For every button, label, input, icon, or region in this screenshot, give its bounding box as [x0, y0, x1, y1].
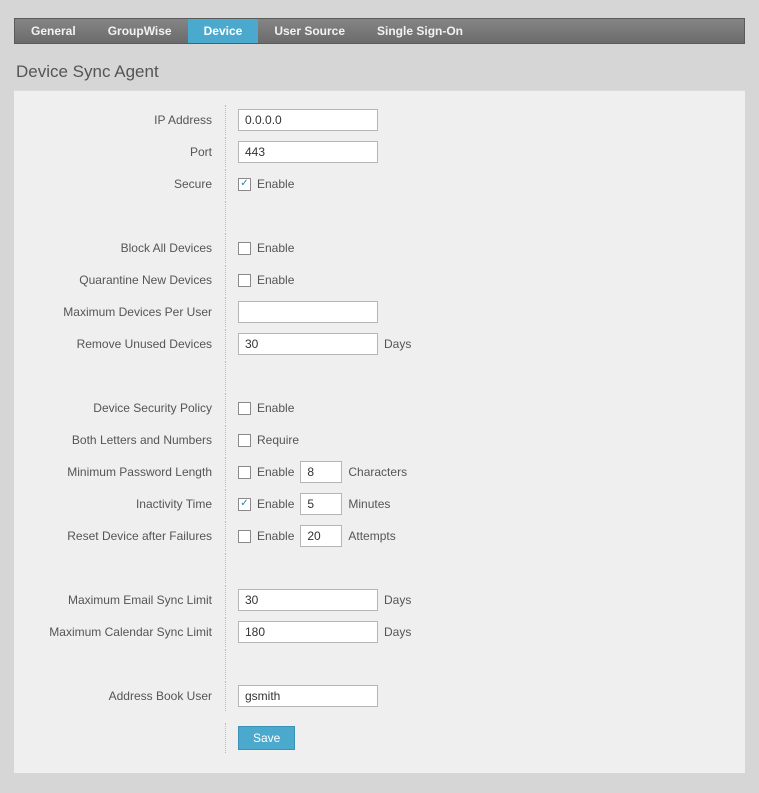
tab-groupwise[interactable]: GroupWise [92, 19, 188, 43]
row-inactivity: Inactivity Time Enable Minutes [24, 489, 727, 519]
max-cal-input[interactable] [238, 621, 378, 643]
label-max-email: Maximum Email Sync Limit [24, 593, 224, 607]
row-max-email: Maximum Email Sync Limit Days [24, 585, 727, 615]
tab-user-source[interactable]: User Source [258, 19, 361, 43]
row-remove-unused: Remove Unused Devices Days [24, 329, 727, 359]
label-quarantine: Quarantine New Devices [24, 273, 224, 287]
page-title: Device Sync Agent [16, 62, 759, 82]
tab-device[interactable]: Device [188, 19, 259, 43]
label-reset-fail: Reset Device after Failures [24, 529, 224, 543]
min-pwd-unit: Characters [348, 465, 407, 479]
settings-panel: IP Address Port Secure Enable Block All … [14, 90, 745, 773]
row-port: Port [24, 137, 727, 167]
min-pwd-input[interactable] [300, 461, 342, 483]
min-pwd-enable-label: Enable [257, 465, 294, 479]
row-max-devices: Maximum Devices Per User [24, 297, 727, 327]
block-all-checkbox-label: Enable [257, 241, 294, 255]
row-ip-address: IP Address [24, 105, 727, 135]
max-email-input[interactable] [238, 589, 378, 611]
max-cal-unit: Days [384, 625, 411, 639]
reset-fail-enable-checkbox[interactable] [238, 530, 251, 543]
label-max-cal: Maximum Calendar Sync Limit [24, 625, 224, 639]
inactivity-enable-checkbox[interactable] [238, 498, 251, 511]
label-both-letters: Both Letters and Numbers [24, 433, 224, 447]
secure-checkbox[interactable] [238, 178, 251, 191]
sec-policy-checkbox-label: Enable [257, 401, 294, 415]
secure-checkbox-label: Enable [257, 177, 294, 191]
block-all-checkbox[interactable] [238, 242, 251, 255]
abook-user-input[interactable] [238, 685, 378, 707]
row-both-letters: Both Letters and Numbers Require [24, 425, 727, 455]
tab-single-sign-on[interactable]: Single Sign-On [361, 19, 479, 43]
reset-fail-input[interactable] [300, 525, 342, 547]
quarantine-checkbox-label: Enable [257, 273, 294, 287]
port-input[interactable] [238, 141, 378, 163]
row-sec-policy: Device Security Policy Enable [24, 393, 727, 423]
label-ip-address: IP Address [24, 113, 224, 127]
max-devices-input[interactable] [238, 301, 378, 323]
sec-policy-checkbox[interactable] [238, 402, 251, 415]
both-letters-checkbox-label: Require [257, 433, 299, 447]
label-inactivity: Inactivity Time [24, 497, 224, 511]
label-secure: Secure [24, 177, 224, 191]
min-pwd-enable-checkbox[interactable] [238, 466, 251, 479]
row-min-pwd: Minimum Password Length Enable Character… [24, 457, 727, 487]
label-remove-unused: Remove Unused Devices [24, 337, 224, 351]
row-abook-user: Address Book User [24, 681, 727, 711]
row-reset-fail: Reset Device after Failures Enable Attem… [24, 521, 727, 551]
label-abook-user: Address Book User [24, 689, 224, 703]
row-secure: Secure Enable [24, 169, 727, 199]
tab-general[interactable]: General [15, 19, 92, 43]
ip-address-input[interactable] [238, 109, 378, 131]
row-block-all: Block All Devices Enable [24, 233, 727, 263]
reset-fail-enable-label: Enable [257, 529, 294, 543]
max-email-unit: Days [384, 593, 411, 607]
label-block-all: Block All Devices [24, 241, 224, 255]
save-button[interactable]: Save [238, 726, 295, 750]
label-min-pwd: Minimum Password Length [24, 465, 224, 479]
tab-bar: General GroupWise Device User Source Sin… [14, 18, 745, 44]
remove-unused-input[interactable] [238, 333, 378, 355]
row-quarantine: Quarantine New Devices Enable [24, 265, 727, 295]
row-max-cal: Maximum Calendar Sync Limit Days [24, 617, 727, 647]
both-letters-checkbox[interactable] [238, 434, 251, 447]
reset-fail-unit: Attempts [348, 529, 395, 543]
label-sec-policy: Device Security Policy [24, 401, 224, 415]
quarantine-checkbox[interactable] [238, 274, 251, 287]
remove-unused-unit: Days [384, 337, 411, 351]
label-port: Port [24, 145, 224, 159]
inactivity-input[interactable] [300, 493, 342, 515]
inactivity-unit: Minutes [348, 497, 390, 511]
inactivity-enable-label: Enable [257, 497, 294, 511]
label-max-devices: Maximum Devices Per User [24, 305, 224, 319]
